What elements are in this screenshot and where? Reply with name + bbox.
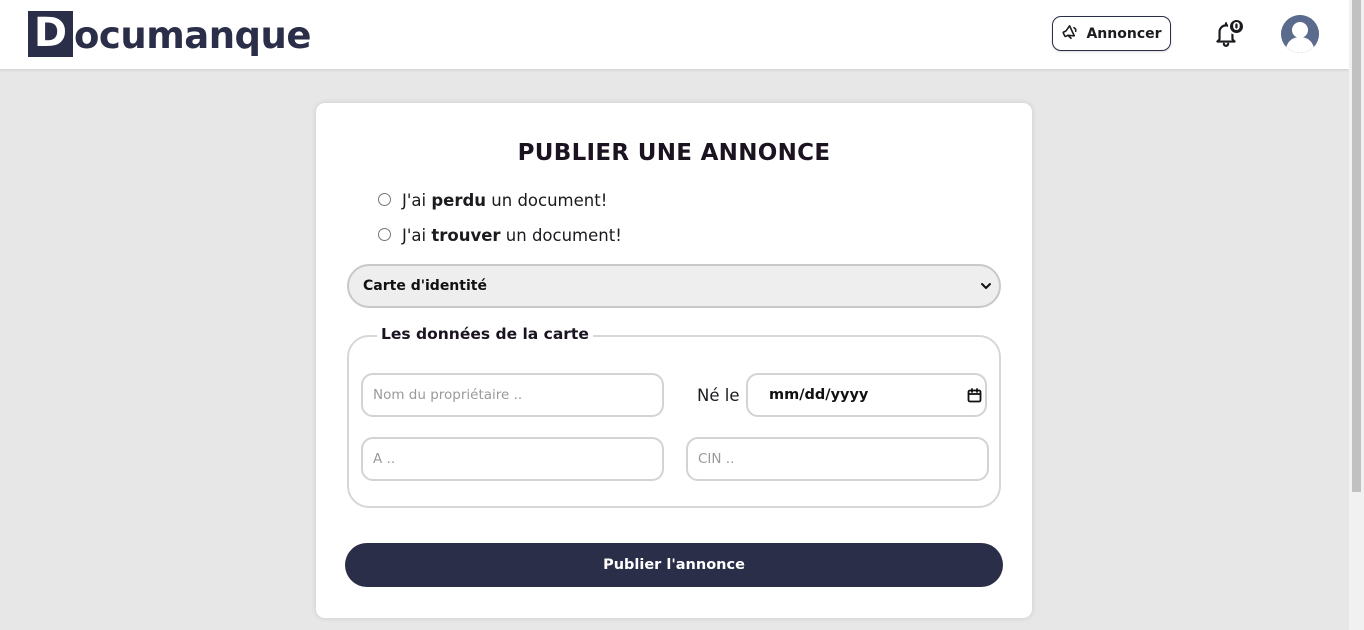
megaphone-icon (1061, 22, 1080, 45)
birth-date-input[interactable]: mm/dd/yyyy (746, 373, 987, 417)
radio-label-lost: J'ai perdu un document! (402, 191, 608, 210)
page-scrollbar[interactable] (1349, 0, 1364, 630)
radio-button-found[interactable] (378, 228, 391, 241)
logo-wordmark: ocumanque (74, 13, 311, 57)
radio-button-lost[interactable] (378, 193, 391, 206)
publish-button[interactable]: Publier l'annonce (345, 543, 1003, 587)
place-input[interactable]: A .. (361, 437, 664, 481)
document-type-select[interactable]: Carte d'identité (347, 264, 1001, 308)
announce-button-label: Annoncer (1086, 25, 1162, 42)
scrollbar-thumb[interactable] (1352, 0, 1361, 492)
chevron-down-icon (979, 279, 993, 293)
born-on-label: Né le (697, 386, 740, 405)
birth-date-value: mm/dd/yyyy (769, 387, 869, 403)
logo-letter-box: D (28, 11, 73, 57)
user-avatar-icon[interactable] (1281, 15, 1319, 53)
card-data-fieldset: Les données de la carte Nom du propriéta… (347, 325, 1001, 508)
bell-icon (1213, 22, 1239, 52)
announce-button[interactable]: Annoncer (1052, 16, 1171, 51)
card-data-legend: Les données de la carte (377, 325, 593, 343)
cin-input[interactable]: CIN .. (686, 437, 989, 481)
notification-count-badge: 0 (1228, 18, 1245, 35)
page-title: PUBLIER UNE ANNONCE (517, 140, 831, 166)
documanque-logo[interactable]: D ocumanque (28, 11, 311, 57)
radio-option-lost[interactable]: J'ai perdu un document! (378, 191, 607, 210)
owner-name-input[interactable]: Nom du propriétaire .. (361, 373, 664, 417)
publish-announcement-card: PUBLIER UNE ANNONCE J'ai perdu un docume… (316, 103, 1032, 618)
calendar-icon[interactable] (967, 388, 982, 403)
document-type-value: Carte d'identité (363, 278, 487, 294)
top-navbar: D ocumanque Annoncer 0 (0, 0, 1349, 70)
radio-label-found: J'ai trouver un document! (402, 226, 622, 245)
notifications-button[interactable]: 0 (1213, 18, 1245, 48)
radio-option-found[interactable]: J'ai trouver un document! (378, 226, 622, 245)
